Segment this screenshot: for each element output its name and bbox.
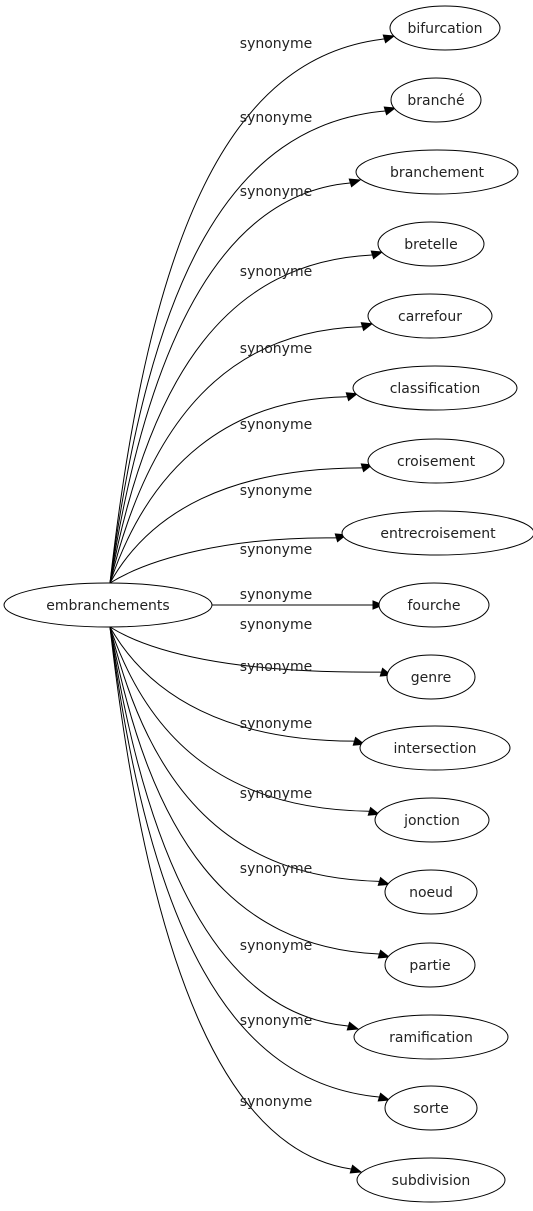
arrowhead-icon: [346, 1021, 360, 1031]
edge-label: synonyme: [240, 542, 312, 558]
edge-line: [109, 626, 352, 1170]
edge-line: [109, 326, 363, 584]
node-subdivision[interactable]: subdivision: [356, 1157, 506, 1203]
edge-label: synonyme: [240, 1094, 312, 1110]
node-label: intersection: [393, 741, 476, 757]
node-label: branchement: [390, 165, 484, 181]
node-label: classification: [390, 381, 481, 397]
edge-label: synonyme: [240, 938, 312, 954]
node-genre[interactable]: genre: [386, 654, 476, 700]
node-label: bifurcation: [407, 21, 482, 37]
node-bifurcation[interactable]: bifurcation: [389, 5, 501, 51]
edge-label: synonyme: [240, 1013, 312, 1029]
edge-label: synonyme: [240, 36, 312, 52]
arrowhead-icon: [360, 322, 374, 332]
arrowhead-icon: [349, 1164, 363, 1174]
arrowhead-icon: [377, 1092, 391, 1102]
node-croisement[interactable]: croisement: [367, 438, 505, 484]
arrowhead-icon: [377, 949, 391, 959]
node-classification[interactable]: classification: [352, 365, 518, 411]
edge-label: synonyme: [240, 587, 312, 603]
edge-label: synonyme: [240, 483, 312, 499]
arrowhead-icon: [383, 106, 397, 116]
node-label: genre: [411, 670, 451, 686]
node-intersection[interactable]: intersection: [359, 725, 511, 771]
edge-line: [109, 467, 363, 584]
node-label: sorte: [413, 1101, 449, 1117]
node-branchement[interactable]: branchement: [355, 149, 519, 195]
node-label: subdivision: [392, 1173, 471, 1189]
node-label: fourche: [408, 598, 461, 614]
arrowhead-icon: [382, 34, 396, 44]
node-carrefour[interactable]: carrefour: [367, 293, 493, 339]
edge-label: synonyme: [240, 617, 312, 633]
arrowhead-icon: [348, 178, 362, 188]
node-label: partie: [409, 958, 450, 974]
node-label: carrefour: [398, 309, 462, 325]
node-ramification[interactable]: ramification: [353, 1014, 509, 1060]
node-label: noeud: [409, 885, 453, 901]
edge-label: synonyme: [240, 264, 312, 280]
edge-label: synonyme: [240, 184, 312, 200]
edge-entrecroisement: synonyme: [109, 533, 348, 584]
node-partie[interactable]: partie: [384, 942, 476, 988]
node-noeud[interactable]: noeud: [384, 869, 478, 915]
node-fourche[interactable]: fourche: [378, 582, 490, 628]
edge-classification: synonyme: [109, 392, 359, 584]
node-label: ramification: [389, 1030, 473, 1046]
edge-label: synonyme: [240, 659, 312, 675]
edge-line: [109, 182, 351, 584]
edge-fourche: synonyme: [208, 587, 385, 610]
node-label: branché: [407, 93, 464, 109]
node-entrecroisement[interactable]: entrecroisement: [341, 510, 533, 556]
edge-label: synonyme: [240, 341, 312, 357]
node-jonction[interactable]: jonction: [374, 797, 490, 843]
synonym-graph: synonyme synonyme synonyme synonyme synonyme…: [3, 5, 533, 1203]
edge-label: synonyme: [240, 110, 312, 126]
edge-croisement: synonyme: [109, 463, 374, 584]
node-bretelle[interactable]: bretelle: [377, 221, 485, 267]
node-label: entrecroisement: [380, 526, 496, 542]
edge-branchement: synonyme: [109, 178, 362, 584]
edge-label: synonyme: [240, 716, 312, 732]
node-label: jonction: [403, 813, 460, 829]
root-node-label: embranchements: [46, 598, 169, 614]
edge-ramification: synonyme: [109, 626, 360, 1031]
edge-label: synonyme: [240, 861, 312, 877]
edge-line: [109, 626, 349, 1027]
node-label: bretelle: [404, 237, 457, 253]
arrowhead-icon: [370, 250, 384, 260]
node-sorte[interactable]: sorte: [384, 1085, 478, 1131]
root-node[interactable]: embranchements: [3, 582, 213, 628]
node-branché[interactable]: branché: [390, 77, 482, 123]
edge-label: synonyme: [240, 786, 312, 802]
edge-label: synonyme: [240, 417, 312, 433]
node-label: croisement: [397, 454, 476, 470]
